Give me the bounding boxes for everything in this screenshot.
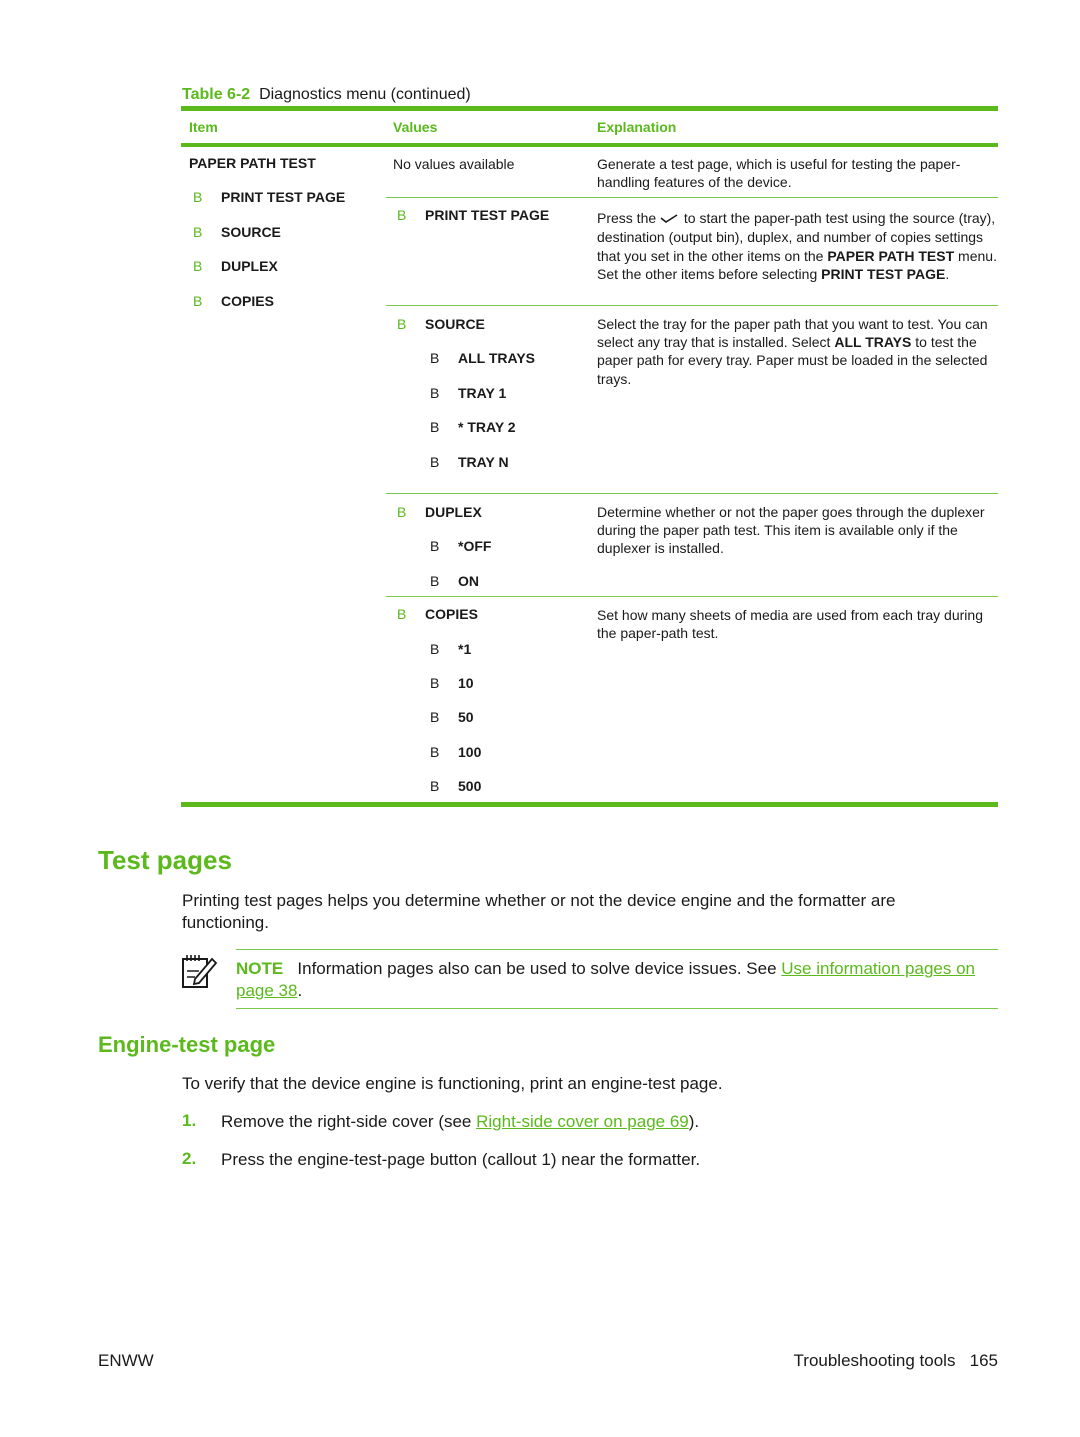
table-caption: Table 6-2 Diagnostics menu (continued) — [182, 86, 471, 104]
subsection-heading-engine-test: Engine-test page — [98, 1032, 276, 1057]
step-text-after: ). — [688, 1112, 700, 1131]
note-callout: NOTE Information pages also can be used … — [236, 958, 976, 1002]
bullet-marker: B — [193, 189, 203, 205]
table-bottom-rule — [181, 802, 998, 807]
explanation-paper-path-test: Generate a test page, which is useful fo… — [597, 156, 961, 191]
engine-test-intro: To verify that the device engine is func… — [182, 1074, 723, 1093]
explanation-source: Select the tray for the paper path that … — [597, 315, 997, 388]
item-subitem-label: COPIES — [221, 293, 274, 309]
note-pencil-icon — [181, 953, 219, 994]
step-text: Press the engine-test-page button (callo… — [221, 1150, 701, 1169]
explanation-print-test-page: Press the to start the paper-path test u… — [597, 209, 997, 283]
row-divider — [386, 305, 998, 306]
bullet-marker: B — [397, 207, 407, 223]
option-copies-100: 100 — [458, 744, 482, 760]
note-text: Information pages also can be used to so… — [297, 959, 777, 978]
item-subitem-label: SOURCE — [221, 224, 281, 240]
option-tray-1: TRAY 1 — [458, 385, 507, 401]
footer-left: ENWW — [98, 1351, 154, 1370]
bullet-marker: B — [430, 675, 440, 691]
bullet-marker: B — [397, 606, 407, 622]
column-header-values: Values — [393, 119, 438, 135]
footer-section: Troubleshooting tools — [793, 1351, 956, 1370]
value-copies: COPIES — [425, 606, 478, 622]
explanation-text: . — [945, 265, 950, 282]
bullet-marker: B — [193, 224, 203, 240]
note-top-rule — [236, 949, 998, 950]
page-number: 165 — [969, 1351, 998, 1370]
header-rule — [181, 143, 998, 147]
values-none: No values available — [393, 156, 515, 172]
option-on: ON — [458, 573, 479, 589]
step-number: 1. — [182, 1111, 197, 1130]
value-duplex: DUPLEX — [425, 504, 482, 520]
value-source: SOURCE — [425, 316, 485, 332]
explanation-bold: ALL TRAYS — [834, 334, 912, 351]
option-tray-n: TRAY N — [458, 454, 509, 470]
footer-right: Troubleshooting tools 165 — [794, 1351, 998, 1371]
note-punctuation: . — [297, 981, 303, 1000]
right-side-cover-link[interactable]: Right-side cover on page 69 — [476, 1112, 689, 1131]
bullet-marker: B — [430, 641, 440, 657]
value-print-test-page: PRINT TEST PAGE — [425, 207, 550, 223]
bullet-marker: B — [430, 350, 440, 366]
option-copies-1: *1 — [458, 641, 472, 657]
note-bottom-rule — [236, 1008, 998, 1009]
option-all-trays: ALL TRAYS — [458, 350, 536, 366]
step-number: 2. — [182, 1149, 197, 1168]
step-text-before: Remove the right-side cover (see — [221, 1112, 472, 1131]
option-copies-500: 500 — [458, 778, 482, 794]
row-divider — [386, 197, 998, 198]
section-heading-test-pages: Test pages — [98, 845, 232, 875]
option-copies-10: 10 — [458, 675, 474, 691]
table-top-rule — [181, 106, 998, 111]
bullet-marker: B — [430, 573, 440, 589]
bullet-marker: B — [397, 504, 407, 520]
bullet-marker: B — [430, 709, 440, 725]
bullet-marker: B — [430, 744, 440, 760]
bullet-marker: B — [193, 258, 203, 274]
note-label: NOTE — [236, 959, 284, 978]
test-pages-intro: Printing test pages helps you determine … — [182, 891, 896, 932]
column-header-item: Item — [189, 119, 218, 135]
row-divider — [386, 596, 998, 597]
checkmark-icon — [660, 210, 680, 228]
explanation-bold: PAPER PATH TEST — [827, 247, 955, 264]
bullet-marker: B — [430, 385, 440, 401]
option-copies-50: 50 — [458, 709, 474, 725]
explanation-bold: PRINT TEST PAGE — [821, 265, 946, 282]
item-title: PAPER PATH TEST — [189, 155, 316, 171]
explanation-text: Press the — [597, 210, 657, 226]
bullet-marker: B — [193, 293, 203, 309]
item-subitem-label: PRINT TEST PAGE — [221, 189, 346, 205]
table-caption-text: Diagnostics menu (continued) — [259, 86, 471, 103]
option-off: *OFF — [458, 538, 492, 554]
explanation-duplex: Determine whether or not the paper goes … — [597, 504, 985, 557]
column-header-explanation: Explanation — [597, 119, 677, 135]
option-tray-2: * TRAY 2 — [458, 419, 516, 435]
bullet-marker: B — [430, 538, 440, 554]
bullet-marker: B — [397, 316, 407, 332]
explanation-copies: Set how many sheets of media are used fr… — [597, 607, 983, 642]
item-subitem-label: DUPLEX — [221, 258, 278, 274]
table-caption-label: Table 6-2 — [182, 86, 251, 103]
step-text: Remove the right-side cover (see Right-s… — [221, 1111, 699, 1133]
bullet-marker: B — [430, 419, 440, 435]
bullet-marker: B — [430, 778, 440, 794]
bullet-marker: B — [430, 454, 440, 470]
row-divider — [386, 493, 998, 494]
